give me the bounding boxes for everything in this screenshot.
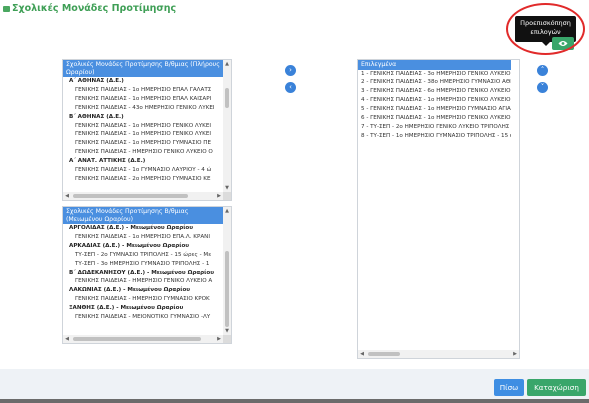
selected-list-header: Επιλεγμένα <box>358 60 511 70</box>
list-item[interactable]: ΓΕΝΙΚΗΣ ΠΑΙΔΕΙΑΣ - ΗΜΕΡΗΣΙΟ ΓΕΝΙΚΟ ΛΥΚΕΙ… <box>63 148 223 157</box>
list-item[interactable]: ΓΕΝΙΚΗΣ ΠΑΙΔΕΙΑΣ - 1ο ΗΜΕΡΗΣΙΟ ΓΕΝΙΚΟ ΛΥ… <box>63 130 223 139</box>
scroll-up-icon[interactable]: ▲ <box>223 60 231 68</box>
scroll-right-icon[interactable]: ▶ <box>215 335 223 343</box>
list-item[interactable]: ΓΕΝΙΚΗΣ ΠΑΙΔΕΙΑΣ - 1ο ΗΜΕΡΗΣΙΟ ΕΠΑΛ ΚΑΙΣ… <box>63 95 223 104</box>
scroll-up-icon[interactable]: ▲ <box>223 207 231 215</box>
selected-item[interactable]: 6 - ΓΕΝΙΚΗΣ ΠΑΙΔΕΙΑΣ - 1ο ΗΜΕΡΗΣΙΟ ΓΕΝΙΚ… <box>358 114 511 123</box>
selected-item[interactable]: 7 - ΤΥ-ΣΕΠ - 2ο ΗΜΕΡΗΣΙΟ ΓΕΝΙΚΟ ΛΥΚΕΙΟ Τ… <box>358 123 511 132</box>
full-time-rows: Α΄ ΑΘΗΝΑΣ (Δ.Ε.) ΓΕΝΙΚΗΣ ΠΑΙΔΕΙΑΣ - 1ο Η… <box>63 77 223 184</box>
scroll-corner <box>223 335 231 343</box>
reduced-time-rows: ΑΡΓΟΛΙΔΑΣ (Δ.Ε.) - Μειωμένου Ωραρίου ΓΕΝ… <box>63 224 223 322</box>
full-time-schools-list[interactable]: Σχολικές Μονάδες Προτίμησης Β/θμιας (Πλή… <box>62 59 232 201</box>
selected-item[interactable]: 5 - ΓΕΝΙΚΗΣ ΠΑΙΔΕΙΑΣ - 1ο ΗΜΕΡΗΣΙΟ ΓΥΜΝΑ… <box>358 105 511 114</box>
page-title: Σχολικές Μονάδες Προτίμησης <box>12 3 177 14</box>
list-item[interactable]: ΓΕΝΙΚΗΣ ΠΑΙΔΕΙΑΣ - ΗΜΕΡΗΣΙΟ ΓΕΝΙΚΟ ΛΥΚΕΙ… <box>63 277 223 286</box>
horizontal-scrollbar[interactable]: ◀ ▶ <box>63 192 223 200</box>
selected-item[interactable]: 4 - ΓΕΝΙΚΗΣ ΠΑΙΔΕΙΑΣ - 1ο ΗΜΕΡΗΣΙΟ ΓΕΝΙΚ… <box>358 96 511 105</box>
scroll-thumb[interactable] <box>225 251 229 327</box>
list-group[interactable]: Α΄ ΑΝΑΤ. ΑΤΤΙΚΗΣ (Δ.Ε.) <box>63 157 223 166</box>
full-time-list-header: Σχολικές Μονάδες Προτίμησης Β/θμιας (Πλή… <box>63 60 223 77</box>
selected-item[interactable]: 3 - ΓΕΝΙΚΗΣ ΠΑΙΔΕΙΑΣ - 6ο ΗΜΕΡΗΣΙΟ ΓΕΝΙΚ… <box>358 87 511 96</box>
list-item[interactable]: ΤΥ-ΣΕΠ - 2ο ΓΥΜΝΑΣΙΟ ΤΡΙΠΟΛΗΣ - 15 ώρες … <box>63 251 223 260</box>
vertical-scrollbar[interactable]: ▲ ▼ <box>223 207 231 335</box>
list-group[interactable]: Α΄ ΑΘΗΝΑΣ (Δ.Ε.) <box>63 77 223 86</box>
tooltip-line-2: επιλογών <box>530 28 561 36</box>
list-item[interactable]: ΓΕΝΙΚΗΣ ΠΑΙΔΕΙΑΣ - 1ο ΓΥΜΝΑΣΙΟ ΛΑΥΡΙΟΥ -… <box>63 166 223 175</box>
list-item[interactable]: ΓΕΝΙΚΗΣ ΠΑΙΔΕΙΑΣ - 2ο ΗΜΕΡΗΣΙΟ ΓΥΜΝΑΣΙΟ … <box>63 175 223 184</box>
selected-rows: 1 - ΓΕΝΙΚΗΣ ΠΑΙΔΕΙΑΣ - 3ο ΗΜΕΡΗΣΙΟ ΓΕΝΙΚ… <box>358 70 511 141</box>
tooltip-arrow <box>542 42 550 46</box>
scroll-down-icon[interactable]: ▼ <box>223 184 231 192</box>
scroll-left-icon[interactable]: ◀ <box>63 335 71 343</box>
chevron-down-icon: ˅ <box>540 83 545 91</box>
list-item[interactable]: ΓΕΝΙΚΗΣ ΠΑΙΔΕΙΑΣ - ΗΜΕΡΗΣΙΟ ΓΥΜΝΑΣΙΟ ΚΡΟ… <box>63 295 223 304</box>
list-group[interactable]: Β΄ ΔΩΔΕΚΑΝΗΣΟΥ (Δ.Ε.) - Μειωμένου Ωραρίο… <box>63 269 223 278</box>
selected-item[interactable]: 8 - ΤΥ-ΣΕΠ - 1ο ΗΜΕΡΗΣΙΟ ΓΥΜΝΑΣΙΟ ΤΡΙΠΟΛ… <box>358 132 511 141</box>
move-up-button[interactable]: ˄ <box>537 65 548 76</box>
back-button[interactable]: Πίσω <box>494 379 524 396</box>
preview-button[interactable] <box>552 37 574 50</box>
page-header: Σχολικές Μονάδες Προτίμησης <box>0 0 589 22</box>
add-selection-button[interactable]: › <box>285 65 296 76</box>
list-group[interactable]: ΞΑΝΘΗΣ (Δ.Ε.) - Μειωμένου Ωραρίου <box>63 304 223 313</box>
list-group[interactable]: ΑΡΚΑΔΙΑΣ (Δ.Ε.) - Μειωμένου Ωραρίου <box>63 242 223 251</box>
school-icon <box>3 6 10 12</box>
selected-item[interactable]: 1 - ΓΕΝΙΚΗΣ ΠΑΙΔΕΙΑΣ - 3ο ΗΜΕΡΗΣΙΟ ΓΕΝΙΚ… <box>358 70 511 79</box>
remove-selection-button[interactable]: ‹ <box>285 82 296 93</box>
list-item[interactable]: ΓΕΝΙΚΗΣ ΠΑΙΔΕΙΑΣ - 1ο ΗΜΕΡΗΣΙΟ ΕΠΑ.Λ. ΚΡ… <box>63 233 223 242</box>
scroll-thumb[interactable] <box>73 194 188 198</box>
selected-item[interactable]: 2 - ΓΕΝΙΚΗΣ ΠΑΙΔΕΙΑΣ - 38ο ΗΜΕΡΗΣΙΟ ΓΥΜΝ… <box>358 78 511 87</box>
submit-button[interactable]: Καταχώριση <box>527 379 586 396</box>
list-item[interactable]: ΓΕΝΙΚΗΣ ΠΑΙΔΕΙΑΣ - 1ο ΗΜΕΡΗΣΙΟ ΓΕΝΙΚΟ ΛΥ… <box>63 122 223 131</box>
scroll-thumb[interactable] <box>225 88 229 108</box>
tooltip-line-1: Προεπισκόπηση <box>520 19 571 27</box>
scroll-thumb[interactable] <box>368 352 400 356</box>
chevron-right-icon: › <box>289 66 292 74</box>
scroll-left-icon[interactable]: ◀ <box>358 350 366 358</box>
horizontal-scrollbar[interactable]: ◀ ▶ <box>63 335 223 343</box>
eye-icon <box>558 41 568 46</box>
scroll-thumb[interactable] <box>73 337 201 341</box>
chevron-left-icon: ‹ <box>289 83 292 91</box>
window-bottom-edge <box>0 399 589 403</box>
scroll-corner <box>223 192 231 200</box>
list-item[interactable]: ΤΥ-ΣΕΠ - 3ο ΗΜΕΡΗΣΙΟ ΓΥΜΝΑΣΙΟ ΤΡΙΠΟΛΗΣ -… <box>63 260 223 269</box>
list-item[interactable]: ΓΕΝΙΚΗΣ ΠΑΙΔΕΙΑΣ - ΜΕΙΟΝΟΤΙΚΟ ΓΥΜΝΑΣΙΟ -… <box>63 313 223 322</box>
reduced-time-list-header: Σχολικές Μονάδες Προτίμησης Β/θμιας (Μει… <box>63 207 223 224</box>
selected-schools-list[interactable]: Επιλεγμένα 1 - ΓΕΝΙΚΗΣ ΠΑΙΔΕΙΑΣ - 3ο ΗΜΕ… <box>357 59 520 359</box>
scroll-left-icon[interactable]: ◀ <box>63 192 71 200</box>
list-item[interactable]: ΓΕΝΙΚΗΣ ΠΑΙΔΕΙΑΣ - 1ο ΗΜΕΡΗΣΙΟ ΓΥΜΝΑΣΙΟ … <box>63 139 223 148</box>
reduced-time-schools-list[interactable]: Σχολικές Μονάδες Προτίμησης Β/θμιας (Μει… <box>62 206 232 344</box>
list-item[interactable]: ΓΕΝΙΚΗΣ ΠΑΙΔΕΙΑΣ - 1ο ΗΜΕΡΗΣΙΟ ΕΠΑΛ ΓΑΛΑ… <box>63 86 223 95</box>
chevron-up-icon: ˄ <box>540 66 545 74</box>
horizontal-scrollbar[interactable]: ◀ ▶ <box>358 350 519 358</box>
list-item[interactable]: ΓΕΝΙΚΗΣ ΠΑΙΔΕΙΑΣ - 43ο ΗΜΕΡΗΣΙΟ ΓΕΝΙΚΟ Λ… <box>63 104 223 113</box>
scroll-right-icon[interactable]: ▶ <box>511 350 519 358</box>
move-down-button[interactable]: ˅ <box>537 82 548 93</box>
scroll-right-icon[interactable]: ▶ <box>215 192 223 200</box>
scroll-down-icon[interactable]: ▼ <box>223 327 231 335</box>
list-group[interactable]: ΑΡΓΟΛΙΔΑΣ (Δ.Ε.) - Μειωμένου Ωραρίου <box>63 224 223 233</box>
vertical-scrollbar[interactable]: ▲ ▼ <box>223 60 231 192</box>
list-group[interactable]: Β΄ ΑΘΗΝΑΣ (Δ.Ε.) <box>63 113 223 122</box>
list-group[interactable]: ΛΑΚΩΝΙΑΣ (Δ.Ε.) - Μειωμένου Ωραρίου <box>63 286 223 295</box>
